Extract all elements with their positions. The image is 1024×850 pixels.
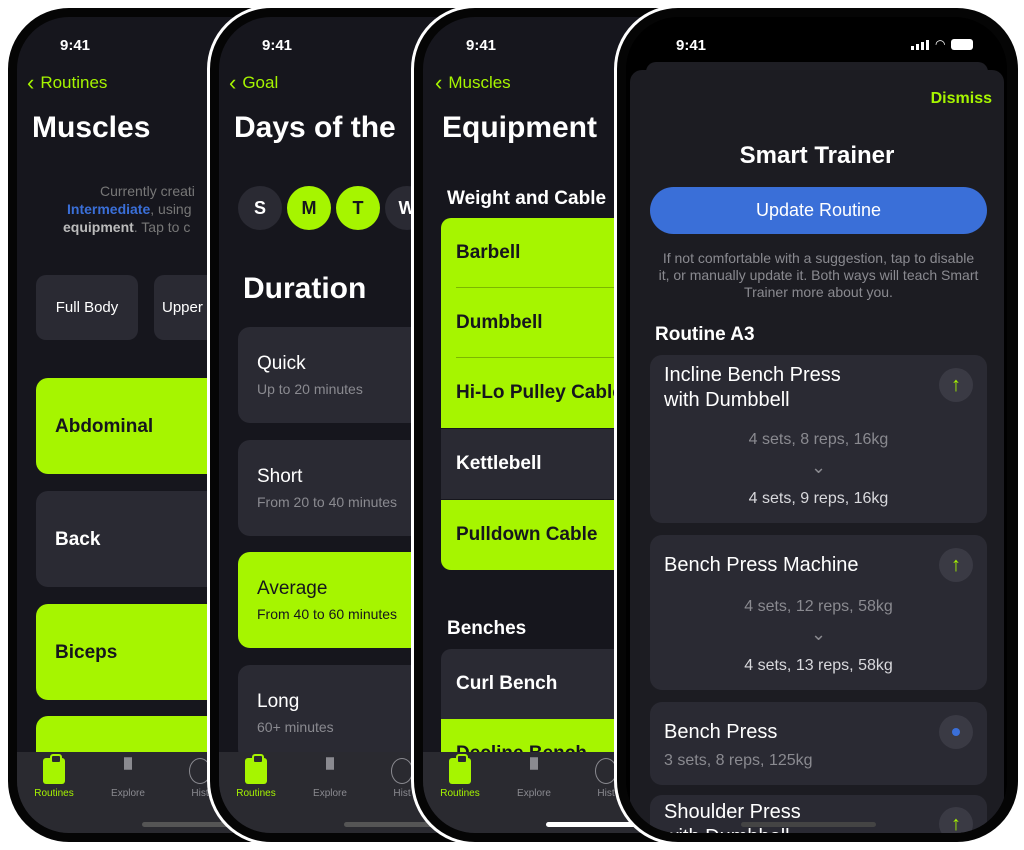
exercise-name: Shoulder Press with Dumbbell xyxy=(664,801,801,833)
equipment-link[interactable]: equipment xyxy=(63,219,134,235)
duration-label: Long xyxy=(257,691,300,712)
tab-routines[interactable]: Routines xyxy=(19,754,89,799)
previous-sets: 4 sets, 12 reps, 58kg xyxy=(744,598,893,615)
chip-full-body[interactable]: Full Body xyxy=(36,275,138,340)
wifi-icon: ◠ xyxy=(935,37,946,51)
duration-sub: Up to 20 minutes xyxy=(257,381,363,397)
home-indicator xyxy=(741,822,876,827)
duration-label: Short xyxy=(257,466,303,487)
back-label: Goal xyxy=(242,73,279,92)
phone-smart-trainer: 9:41 ◠ Dismiss Smart Trainer Update Rout… xyxy=(614,5,1021,845)
clipboard-icon xyxy=(43,754,65,784)
chevron-left-icon: ‹ xyxy=(435,70,443,95)
tab-explore[interactable]: Explore xyxy=(295,757,365,799)
suggested-sets: 4 sets, 13 reps, 58kg xyxy=(744,657,893,674)
muscle-label: Abdominal xyxy=(55,416,154,437)
exercise-card[interactable]: Shoulder Press with Dumbbell ↑ xyxy=(650,795,987,833)
clipboard-icon xyxy=(449,754,471,784)
page-title: Days of the xyxy=(234,111,396,144)
day-tuesday[interactable]: T xyxy=(336,186,380,230)
duration-title: Duration xyxy=(243,272,367,305)
day-monday[interactable]: M xyxy=(287,186,331,230)
exercise-card[interactable]: Bench Press 3 sets, 8 reps, 125kg xyxy=(650,702,987,785)
back-button[interactable]: ‹ Routines xyxy=(27,70,108,95)
status-time: 9:41 xyxy=(262,37,293,54)
exercise-card[interactable]: Incline Bench Press with Dumbbell ↑ 4 se… xyxy=(650,355,987,523)
level-link[interactable]: Intermediate xyxy=(67,201,150,217)
tab-label: Routines xyxy=(236,788,276,799)
tab-label: Routines xyxy=(440,788,480,799)
page-title: Muscles xyxy=(32,111,151,144)
update-routine-button[interactable]: Update Routine xyxy=(650,187,987,234)
desc-line1: Currently creati xyxy=(100,183,195,199)
duration-label: Average xyxy=(257,578,328,599)
muscle-label: Biceps xyxy=(55,642,118,663)
previous-sets: 4 sets, 8 reps, 16kg xyxy=(748,431,889,448)
tab-routines[interactable]: Routines xyxy=(221,754,291,799)
desc-line2: Intermediate, using xyxy=(67,201,192,217)
back-button[interactable]: ‹ Goal xyxy=(229,70,279,95)
desc-line3: equipment. Tap to c xyxy=(63,219,190,235)
arrow-up-icon[interactable]: ↑ xyxy=(939,807,973,833)
tab-explore[interactable]: Explore xyxy=(499,757,569,799)
arrow-up-icon[interactable]: ↑ xyxy=(939,368,973,402)
battery-icon xyxy=(951,39,974,50)
help-text: If not comfortable with a suggestion, ta… xyxy=(658,250,979,300)
chevron-down-icon: ⌄ xyxy=(810,624,827,644)
tab-label: Hist xyxy=(191,788,209,799)
tab-routines[interactable]: Routines xyxy=(425,754,495,799)
grid-icon xyxy=(319,757,341,784)
arrow-up-icon[interactable]: ↑ xyxy=(939,548,973,582)
chevron-left-icon: ‹ xyxy=(229,70,237,95)
desc-text: . Tap to c xyxy=(133,219,191,235)
clipboard-icon xyxy=(245,754,267,784)
status-time: 9:41 xyxy=(466,37,497,54)
chevron-left-icon: ‹ xyxy=(27,70,35,95)
day-sunday[interactable]: S xyxy=(238,186,282,230)
screen-smart-trainer: 9:41 ◠ Dismiss Smart Trainer Update Rout… xyxy=(626,17,1007,833)
routine-title: Routine A3 xyxy=(655,324,755,345)
page-title: Equipment xyxy=(442,111,597,144)
exercise-name: Bench Press Machine xyxy=(664,554,859,576)
status-time: 9:41 xyxy=(676,37,707,54)
tab-label: Hist xyxy=(597,788,615,799)
exercise-name: Bench Press xyxy=(664,721,778,743)
grid-icon xyxy=(117,757,139,784)
duration-sub: From 20 to 40 minutes xyxy=(257,494,398,510)
signal-icon xyxy=(911,40,929,50)
tab-label: Explore xyxy=(517,788,551,799)
duration-label: Quick xyxy=(257,353,306,374)
status-icons: ◠ xyxy=(911,37,974,51)
exercise-card[interactable]: Bench Press Machine ↑ 4 sets, 12 reps, 5… xyxy=(650,535,987,690)
grid-icon xyxy=(523,757,545,784)
chevron-down-icon: ⌄ xyxy=(810,457,827,477)
suggested-sets: 4 sets, 9 reps, 16kg xyxy=(748,490,889,507)
section-benches: Benches xyxy=(447,618,527,639)
sheet-title: Smart Trainer xyxy=(739,142,895,169)
status-time: 9:41 xyxy=(60,37,91,54)
status-dot-icon[interactable] xyxy=(939,715,973,749)
section-weight-cable: Weight and Cable xyxy=(447,188,607,209)
back-label: Routines xyxy=(40,73,108,92)
tab-label: Hist xyxy=(393,788,411,799)
tab-explore[interactable]: Explore xyxy=(93,757,163,799)
tab-label: Routines xyxy=(34,788,74,799)
exercise-name: Incline Bench Press with Dumbbell xyxy=(664,364,841,411)
muscle-label: Back xyxy=(55,529,101,550)
duration-sub: From 40 to 60 minutes xyxy=(257,606,398,622)
history-icon xyxy=(391,758,413,784)
desc-text: , using xyxy=(150,201,192,217)
current-sets: 3 sets, 8 reps, 125kg xyxy=(664,752,813,769)
tab-label: Explore xyxy=(313,788,347,799)
dismiss-button[interactable]: Dismiss xyxy=(931,90,992,108)
duration-sub: 60+ minutes xyxy=(257,719,334,735)
back-button[interactable]: ‹ Muscles xyxy=(435,70,511,95)
back-label: Muscles xyxy=(448,73,511,92)
tab-label: Explore xyxy=(111,788,145,799)
